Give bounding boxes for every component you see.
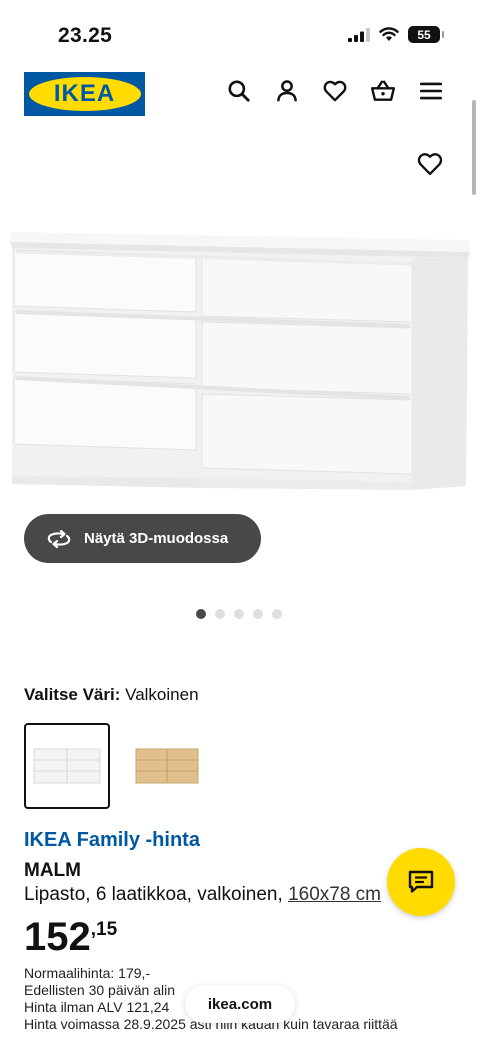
wifi-icon <box>379 27 399 41</box>
user-icon[interactable] <box>274 78 300 104</box>
swatch-white-image <box>33 748 101 784</box>
gallery-dot[interactable] <box>272 609 282 619</box>
header-actions <box>226 78 444 104</box>
favourite-heart-icon[interactable] <box>416 150 444 178</box>
swatch-oak-image <box>135 748 199 784</box>
signal-icon <box>348 27 370 42</box>
chat-button[interactable] <box>387 848 455 916</box>
search-icon[interactable] <box>226 78 252 104</box>
color-label-prefix: Valitse Väri: <box>24 685 121 704</box>
gallery-dot[interactable] <box>196 609 206 619</box>
color-selected-value: Valkoinen <box>125 685 199 704</box>
gallery-dot[interactable] <box>215 609 225 619</box>
color-select-label: Valitse Väri: Valkoinen <box>24 685 199 705</box>
heart-icon[interactable] <box>322 78 348 104</box>
status-icons: 55 <box>348 26 444 43</box>
normal-price-label: Normaalihinta: <box>24 965 115 981</box>
menu-icon[interactable] <box>418 78 444 104</box>
rotate-3d-icon <box>47 529 71 548</box>
product-description: Lipasto, 6 laatikkoa, valkoinen, 160x78 … <box>24 884 381 906</box>
site-header: IKEA <box>0 70 480 116</box>
view-3d-label: Näytä 3D-muodossa <box>84 530 229 547</box>
swatch-oak[interactable] <box>124 723 210 809</box>
ikea-logo[interactable]: IKEA <box>24 72 145 116</box>
color-swatches <box>24 723 210 809</box>
family-price-link[interactable]: IKEA Family -hinta <box>24 829 200 852</box>
price-integer: 152 <box>24 915 91 959</box>
browser-url-bar[interactable]: ikea.com <box>185 985 295 1023</box>
view-3d-button[interactable]: Näytä 3D-muodossa <box>24 514 261 563</box>
gallery-dots <box>196 609 282 619</box>
normal-price-line: Normaalihinta: 179,- <box>24 965 398 982</box>
normal-price-value: 179,- <box>118 965 151 981</box>
product-description-text: Lipasto, 6 laatikkoa, valkoinen, <box>24 884 283 905</box>
product-price: 152,15 <box>24 915 117 960</box>
gallery-dot[interactable] <box>253 609 263 619</box>
chat-icon <box>408 870 434 893</box>
cart-icon[interactable] <box>370 78 396 104</box>
swatch-white[interactable] <box>24 723 110 809</box>
product-name: MALM <box>24 860 81 881</box>
status-time: 23.25 <box>58 24 113 47</box>
logo-text: IKEA <box>53 80 116 107</box>
battery-icon: 55 <box>408 26 444 43</box>
product-image[interactable] <box>0 212 480 512</box>
logo-oval: IKEA <box>28 77 141 111</box>
product-gallery: Näytä 3D-muodossa <box>0 140 480 619</box>
product-measure-link[interactable]: 160x78 cm <box>288 884 381 905</box>
gallery-dot[interactable] <box>234 609 244 619</box>
price-decimals: ,15 <box>90 919 118 940</box>
status-bar: 23.25 55 <box>0 0 480 62</box>
